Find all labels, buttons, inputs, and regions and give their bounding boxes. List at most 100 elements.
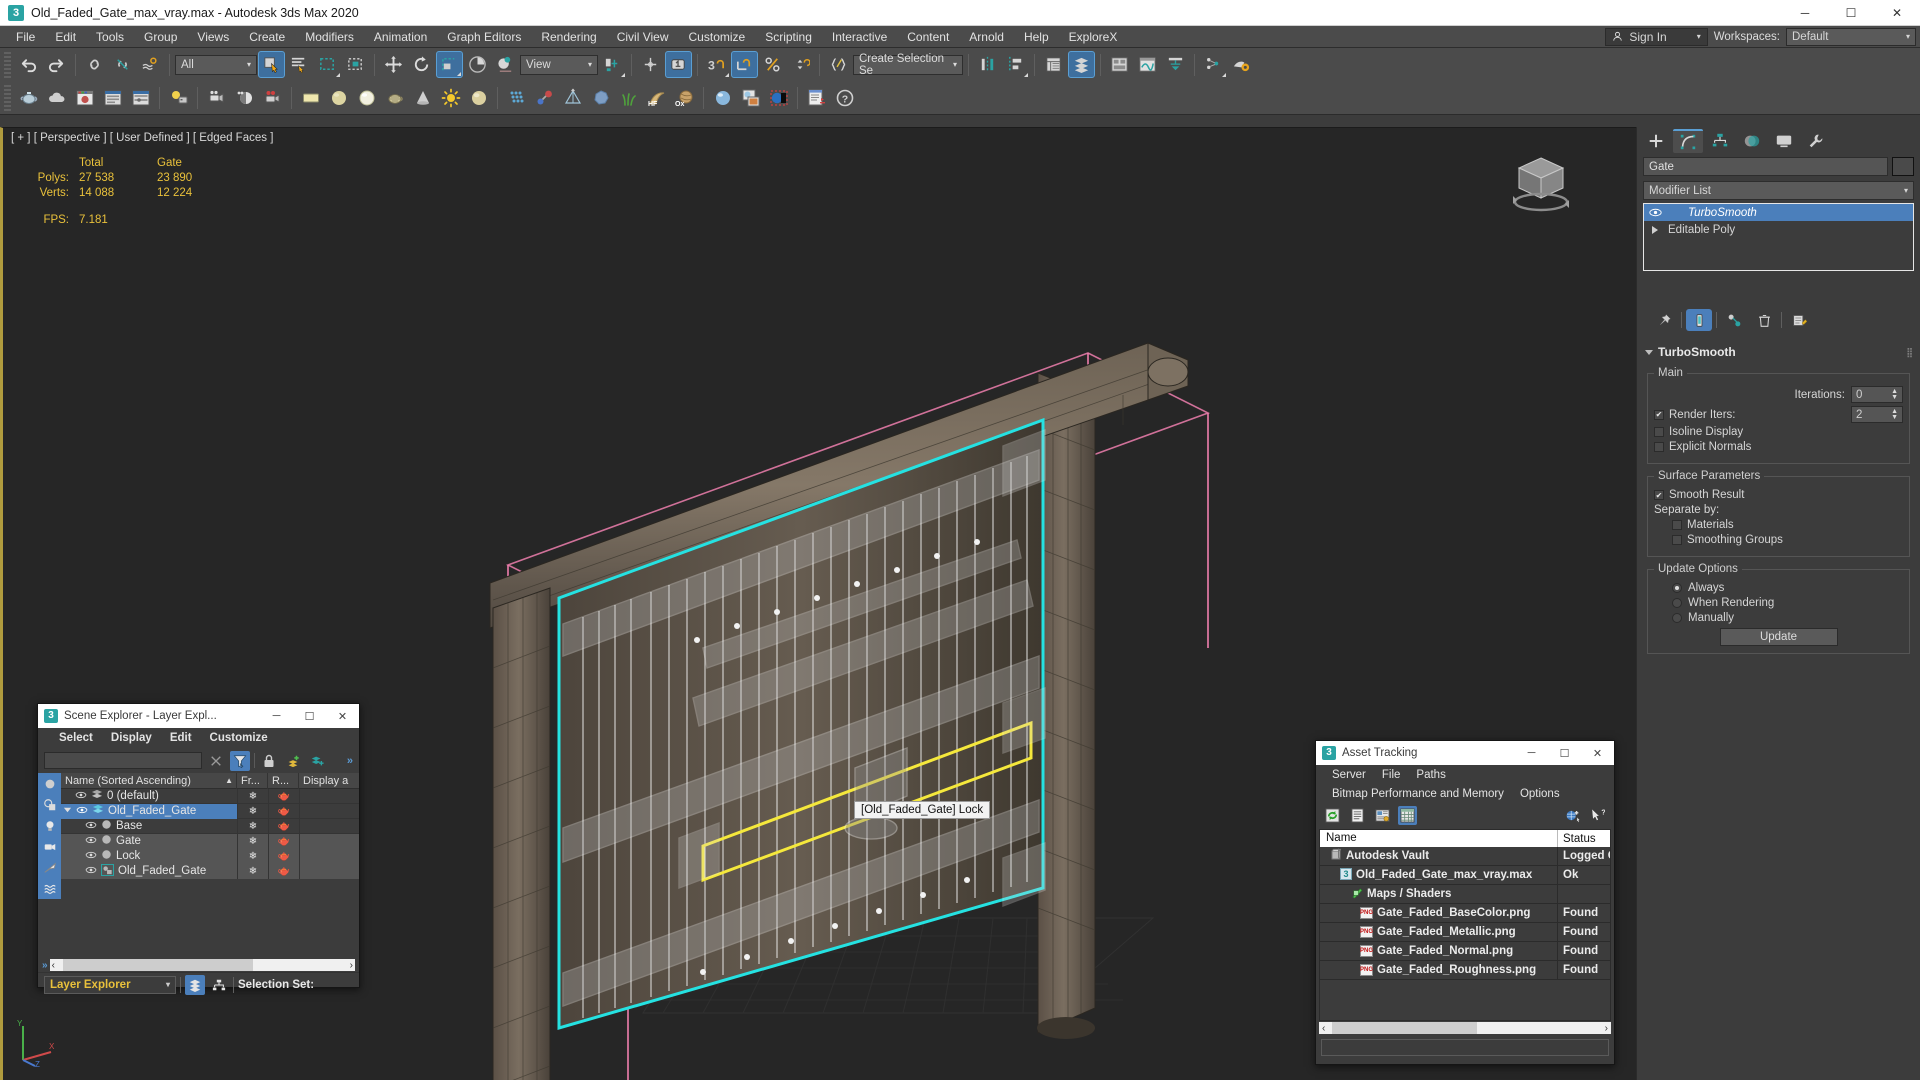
table-row[interactable]: Autodesk Vault Logged O [1320, 846, 1610, 866]
sphere-gold-icon[interactable] [325, 84, 352, 111]
scrollbar-track[interactable]: ‹ › [49, 959, 355, 971]
eye-icon[interactable] [76, 805, 88, 817]
rock-primitive-icon[interactable] [587, 84, 614, 111]
menu-item-group[interactable]: Group [134, 28, 187, 46]
vray-light-lister-icon[interactable] [803, 84, 830, 111]
selection-filter-combo[interactable]: All ▾ [175, 54, 257, 75]
smoothing-groups-checkbox[interactable] [1672, 535, 1682, 545]
row-name-cell[interactable]: Old_Faded_Gate [61, 803, 237, 819]
se-menu-display[interactable]: Display [102, 731, 161, 745]
stack-item-turbosmooth[interactable]: TurboSmooth [1644, 204, 1913, 221]
eye-icon[interactable] [1648, 208, 1662, 217]
vray-sphere-icon[interactable] [709, 84, 736, 111]
se-menu-select[interactable]: Select [50, 731, 102, 745]
table-row[interactable]: Maps / Shaders [1320, 884, 1610, 904]
list-item[interactable]: Lock ❄ 🫖 [61, 848, 359, 864]
freeze-cell[interactable]: ❄ [237, 788, 268, 804]
angle-snap-toggle-icon[interactable] [731, 51, 758, 78]
at-menu-options[interactable]: Options [1512, 787, 1568, 801]
asset-name-cell[interactable]: PNG Gate_Faded_Normal.png [1320, 941, 1558, 961]
configure-modifier-sets-icon[interactable] [1786, 309, 1812, 331]
update-when-rendering-radio[interactable] [1672, 598, 1682, 608]
teapot-wire-icon[interactable] [381, 84, 408, 111]
table-row[interactable]: PNG Gate_Faded_Normal.png Found [1320, 941, 1610, 961]
eye-icon[interactable] [85, 865, 97, 877]
at-menu-paths[interactable]: Paths [1408, 768, 1453, 782]
lock-icon[interactable] [259, 751, 279, 771]
add-server-icon[interactable] [1563, 806, 1582, 825]
grid-view-icon[interactable] [1398, 805, 1417, 825]
filter-icon[interactable] [230, 750, 250, 771]
clear-search-icon[interactable] [206, 751, 226, 771]
spinner-arrows-icon[interactable]: ▲ ▼ [1891, 388, 1898, 401]
menu-item-interactive[interactable]: Interactive [822, 28, 897, 46]
spinner-snap-toggle-icon[interactable] [787, 51, 814, 78]
scrollbar-thumb[interactable] [1332, 1022, 1478, 1034]
schematic-view-icon[interactable] [1162, 51, 1189, 78]
isoline-display-checkbox[interactable] [1654, 427, 1664, 437]
window-crossing-toggle-icon[interactable] [342, 51, 369, 78]
object-name-field[interactable]: Gate [1643, 157, 1888, 176]
expand-triangle-icon[interactable] [1648, 225, 1662, 234]
ornatrix-fur-icon[interactable]: Ox [671, 84, 698, 111]
row-name-cell[interactable]: 0 (default) [61, 789, 237, 804]
display-tab[interactable] [1769, 129, 1799, 153]
freeze-cell[interactable]: ❄ [237, 863, 268, 879]
use-pivot-point-center-icon[interactable] [599, 51, 626, 78]
smoothing-groups-row[interactable]: Smoothing Groups [1654, 534, 1903, 546]
update-manually-radio[interactable] [1672, 613, 1682, 623]
cameras-filter-icon[interactable] [38, 836, 61, 857]
remove-modifier-icon[interactable] [1751, 309, 1777, 331]
spinner-arrows-icon[interactable]: ▲ ▼ [1891, 408, 1898, 421]
menu-item-create[interactable]: Create [239, 28, 295, 46]
gold-sphere-light-icon[interactable] [465, 84, 492, 111]
menu-item-help[interactable]: Help [1014, 28, 1059, 46]
asset-name-cell[interactable]: PNG Gate_Faded_Metallic.png [1320, 922, 1558, 942]
freeze-cell[interactable]: ❄ [237, 818, 268, 834]
render-iters-spinner[interactable]: 2 ▲ ▼ [1851, 406, 1903, 423]
grid-header-render[interactable]: R... [268, 772, 299, 789]
select-and-manipulate-icon[interactable] [637, 51, 664, 78]
iterations-spinner[interactable]: 0 ▲ ▼ [1851, 386, 1903, 403]
render-cell[interactable]: 🫖 [268, 848, 299, 864]
refresh-icon[interactable] [1323, 806, 1342, 825]
list-item[interactable]: 0 (default) ❄ 🫖 [61, 788, 359, 804]
scene-explorer-close-button[interactable]: ✕ [326, 704, 359, 728]
scene-explorer-title-bar[interactable]: 3 Scene Explorer - Layer Expl... ─ ☐ ✕ [38, 704, 359, 728]
toolbar-gripper[interactable] [4, 51, 11, 78]
space-warps-filter-icon[interactable] [38, 878, 61, 899]
snaps-toggle-3d-icon[interactable]: 3 [703, 51, 730, 78]
activeshade-icon[interactable] [231, 84, 258, 111]
minimize-button[interactable]: ─ [1782, 0, 1828, 26]
asset-tracking-close-button[interactable]: ✕ [1581, 741, 1614, 765]
scroll-left-arrow-icon[interactable]: ‹ [1319, 1023, 1328, 1034]
render-cell[interactable]: 🫖 [268, 803, 299, 819]
expand-triangle-icon[interactable] [63, 805, 72, 817]
add-layer-icon[interactable] [283, 751, 303, 771]
table-row[interactable]: PNG Gate_Faded_Metallic.png Found [1320, 922, 1610, 942]
list-view-icon[interactable] [1348, 806, 1367, 825]
grid-header-name[interactable]: Name (Sorted Ascending) ▲ [61, 772, 237, 789]
update-manually-row[interactable]: Manually [1654, 612, 1903, 624]
named-selection-set-combo[interactable]: Create Selection Se ▾ [853, 53, 963, 77]
particle-view-icon[interactable] [1200, 51, 1227, 78]
rollout-header[interactable]: TurboSmooth ⣿ [1643, 343, 1914, 363]
pin-stack-icon[interactable] [1651, 309, 1677, 331]
viewport-label[interactable]: [ + ] [ Perspective ] [ User Defined ] [… [11, 132, 273, 144]
pyramid-icon[interactable] [559, 84, 586, 111]
menu-item-civil-view[interactable]: Civil View [607, 28, 679, 46]
sun-icon[interactable] [437, 84, 464, 111]
toggle-ribbon-icon[interactable] [1106, 51, 1133, 78]
scroll-right-arrow-icon[interactable]: › [348, 960, 355, 971]
eye-icon[interactable] [85, 835, 97, 847]
display-cell[interactable] [299, 863, 359, 879]
display-cell[interactable] [299, 818, 359, 834]
redo-icon[interactable] [43, 51, 70, 78]
unlink-selection-icon[interactable] [109, 51, 136, 78]
help-cursor-icon[interactable]: ? [1588, 806, 1607, 825]
curve-editor-icon[interactable] [1134, 51, 1161, 78]
materials-checkbox[interactable] [1672, 520, 1682, 530]
list-item[interactable]: Gate ❄ 🫖 [61, 833, 359, 849]
undo-icon[interactable] [15, 51, 42, 78]
lights-filter-icon[interactable] [38, 815, 61, 836]
